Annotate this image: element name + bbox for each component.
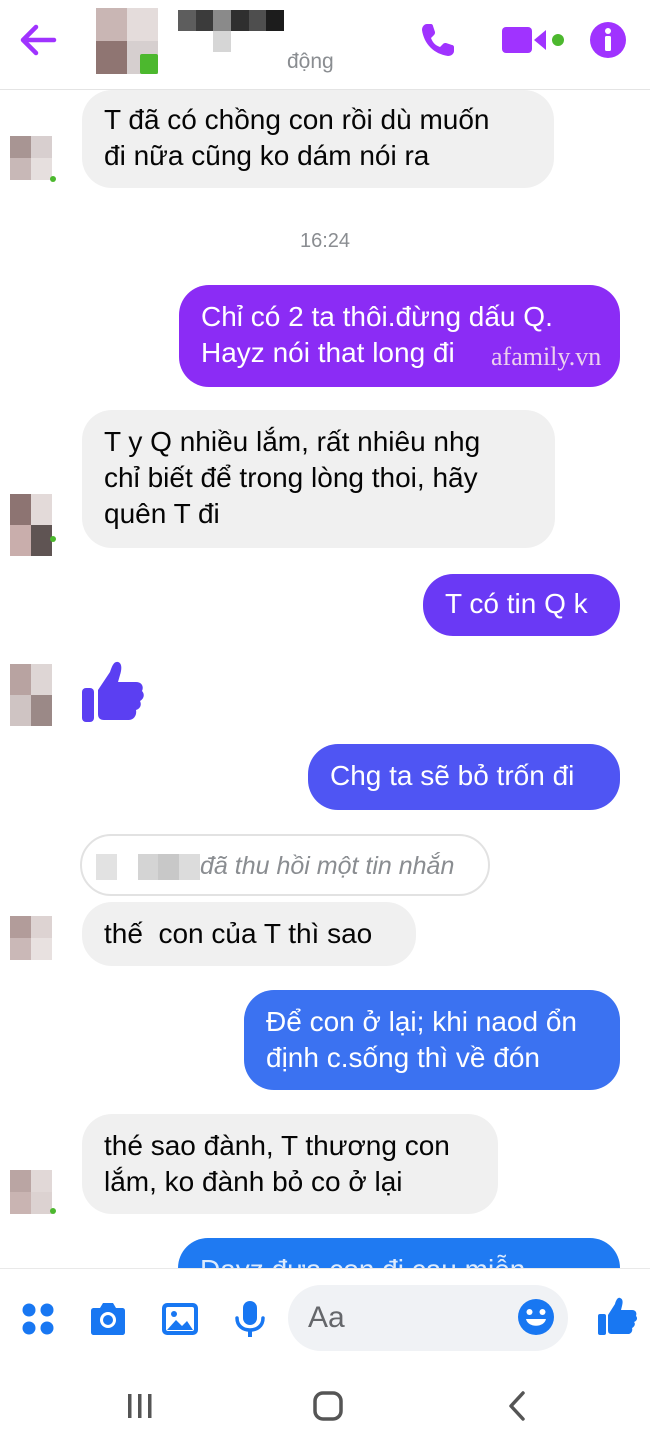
contact-name-redacted bbox=[178, 10, 284, 52]
message-line: thế con của T thì sao bbox=[104, 918, 373, 949]
outgoing-message[interactable]: Chg ta sẽ bỏ trốn đi bbox=[308, 744, 620, 810]
message-line: định c.sống thì về đón bbox=[266, 1042, 540, 1073]
recalled-sender-redacted bbox=[96, 854, 200, 880]
message-line: T có tin Q k bbox=[445, 588, 588, 619]
image-icon[interactable] bbox=[160, 1299, 200, 1339]
thumbs-up-icon[interactable] bbox=[596, 1295, 638, 1337]
thumbs-up-icon[interactable] bbox=[80, 658, 146, 724]
emoji-icon[interactable] bbox=[516, 1297, 556, 1337]
online-dot bbox=[50, 536, 56, 542]
home-icon[interactable] bbox=[308, 1386, 348, 1426]
sender-avatar[interactable] bbox=[10, 494, 52, 556]
message-line: T đã có chồng con rồi dù muốn bbox=[104, 104, 490, 135]
watermark-logo: afamily.vn bbox=[491, 342, 602, 371]
recent-apps-icon[interactable] bbox=[120, 1386, 160, 1426]
message-line: lắm, ko đành bỏ co ở lại bbox=[104, 1166, 403, 1197]
message-line: Chỉ có 2 ta thôi.đừng dấu Q. bbox=[201, 301, 553, 332]
video-camera-icon[interactable] bbox=[500, 24, 570, 56]
phone-icon[interactable] bbox=[418, 20, 458, 60]
incoming-message[interactable]: thế con của T thì sao bbox=[82, 902, 416, 966]
incoming-message[interactable]: T y Q nhiều lắm, rất nhiêu nhg chỉ biết … bbox=[82, 410, 555, 548]
outgoing-message[interactable]: Chỉ có 2 ta thôi.đừng dấu Q. Hayz nói th… bbox=[179, 285, 620, 387]
message-line: quên T đi bbox=[104, 498, 220, 529]
apps-dots-icon[interactable] bbox=[18, 1299, 58, 1339]
contact-active-status: động bbox=[287, 50, 334, 73]
sender-avatar[interactable] bbox=[10, 664, 52, 726]
message-line: đi nữa cũng ko dám nói ra bbox=[104, 140, 430, 171]
sender-avatar[interactable] bbox=[10, 916, 52, 960]
recalled-message-notice: đã thu hồi một tin nhắn bbox=[80, 834, 490, 896]
sender-avatar[interactable] bbox=[10, 136, 52, 180]
incoming-message[interactable]: thé sao đành, T thương con lắm, ko đành … bbox=[82, 1114, 498, 1214]
outgoing-message[interactable]: T có tin Q k bbox=[423, 574, 620, 636]
message-input[interactable]: Aa bbox=[288, 1285, 568, 1351]
sender-avatar[interactable] bbox=[10, 1170, 52, 1214]
message-line: Chg ta sẽ bỏ trốn đi bbox=[330, 760, 575, 791]
microphone-icon[interactable] bbox=[230, 1299, 270, 1339]
conversation-header: động bbox=[0, 0, 650, 90]
back-arrow-icon[interactable] bbox=[18, 22, 58, 58]
back-icon[interactable] bbox=[498, 1386, 538, 1426]
online-dot bbox=[50, 176, 56, 182]
recalled-message-text: đã thu hồi một tin nhắn bbox=[200, 852, 455, 880]
message-line: Dayz đưa con đi cau miễn bbox=[200, 1252, 598, 1268]
message-line: Để con ở lại; khi naod ổn bbox=[266, 1006, 577, 1037]
system-navigation-bar bbox=[0, 1364, 650, 1444]
outgoing-message[interactable]: Dayz đưa con đi cau miễn bbox=[178, 1238, 620, 1268]
incoming-message[interactable]: T đã có chồng con rồi dù muốn đi nữa cũn… bbox=[82, 90, 554, 188]
message-list[interactable]: T đã có chồng con rồi dù muốn đi nữa cũn… bbox=[0, 90, 650, 1268]
message-composer: Aa bbox=[0, 1268, 650, 1364]
message-line: thé sao đành, T thương con bbox=[104, 1130, 450, 1161]
message-line: T y Q nhiều lắm, rất nhiêu nhg bbox=[104, 426, 481, 457]
outgoing-message[interactable]: Để con ở lại; khi naod ổn định c.sống th… bbox=[244, 990, 620, 1090]
message-line: chỉ biết để trong lòng thoi, hãy bbox=[104, 462, 478, 493]
timestamp: 16:24 bbox=[299, 230, 351, 252]
message-input-placeholder: Aa bbox=[308, 1301, 345, 1334]
online-status-indicator bbox=[140, 54, 158, 74]
info-icon[interactable] bbox=[588, 20, 628, 60]
camera-icon[interactable] bbox=[88, 1299, 128, 1339]
online-dot bbox=[50, 1208, 56, 1214]
